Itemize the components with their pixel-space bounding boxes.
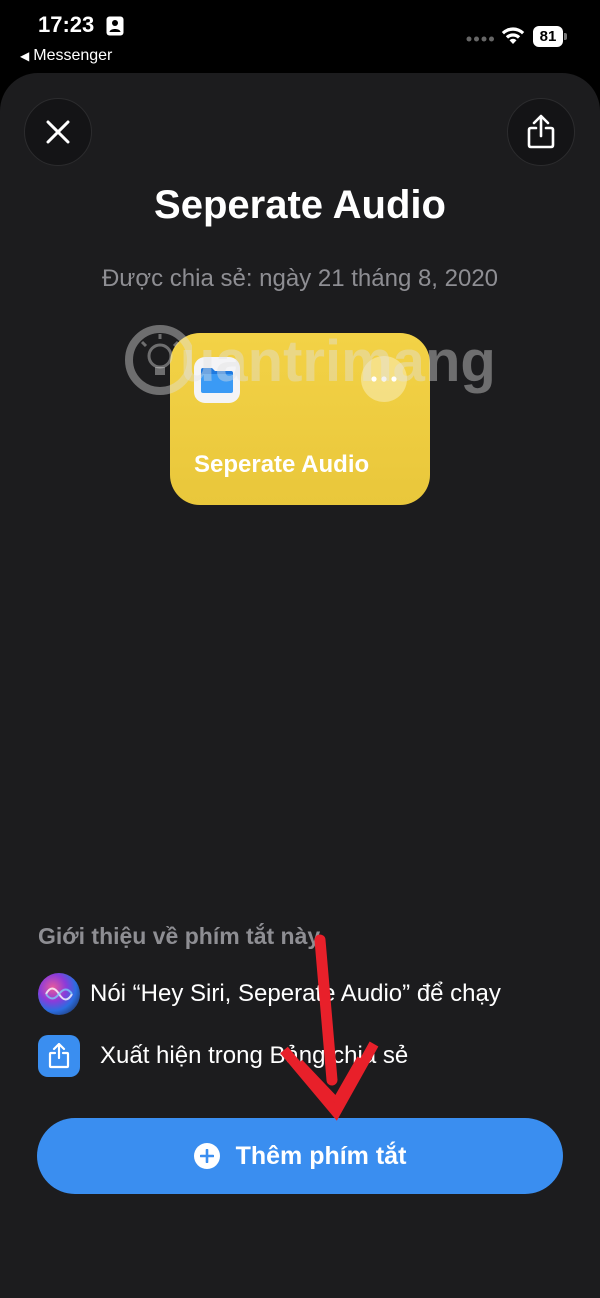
add-shortcut-label: Thêm phím tắt [235,1141,407,1170]
back-app-label: Messenger [33,47,113,64]
about-item-siri: Nói “Hey Siri, Seperate Audio” để chạy [38,973,501,1015]
about-item-share-text: Xuất hiện trong Bảng chia sẻ [100,1042,409,1069]
share-icon [527,114,555,149]
about-heading: Giới thiệu về phím tắt này [38,923,321,949]
about-item-share-sheet: Xuất hiện trong Bảng chia sẻ [38,1035,408,1077]
close-icon [46,120,70,144]
back-to-app-link[interactable]: ◀ Messenger [20,47,112,65]
battery-tip [564,33,567,40]
battery-level: 81 [533,26,563,47]
add-shortcut-button[interactable]: Thêm phím tắt [37,1118,563,1194]
siri-icon [38,973,80,1015]
share-button[interactable] [507,98,575,166]
status-time: 17:23 [38,12,95,37]
ellipsis-icon [371,376,397,382]
shortcut-sheet: Seperate Audio Được chia sẻ: ngày 21 thá… [0,73,600,1298]
status-bar: 17:23 ◀ Messenger 81 [0,0,600,72]
shortcut-card[interactable]: Seperate Audio [170,333,430,505]
back-triangle-icon: ◀ [20,49,30,63]
about-item-siri-text: Nói “Hey Siri, Seperate Audio” để chạy [90,980,501,1007]
shortcut-card-name: Seperate Audio [194,451,370,478]
wifi-icon [501,27,525,44]
share-sheet-icon [38,1035,80,1077]
shared-date: Được chia sẻ: ngày 21 tháng 8, 2020 [101,265,499,292]
plus-circle-icon [193,1143,220,1169]
close-button[interactable] [24,98,92,166]
signal-dots-icon [466,36,494,42]
battery-indicator: 81 [533,26,567,48]
more-options-button[interactable] [361,356,407,402]
folder-icon [201,368,233,393]
shortcut-title: Seperate Audio [154,183,446,227]
files-app-icon [194,357,240,403]
contact-card-icon [106,16,124,36]
